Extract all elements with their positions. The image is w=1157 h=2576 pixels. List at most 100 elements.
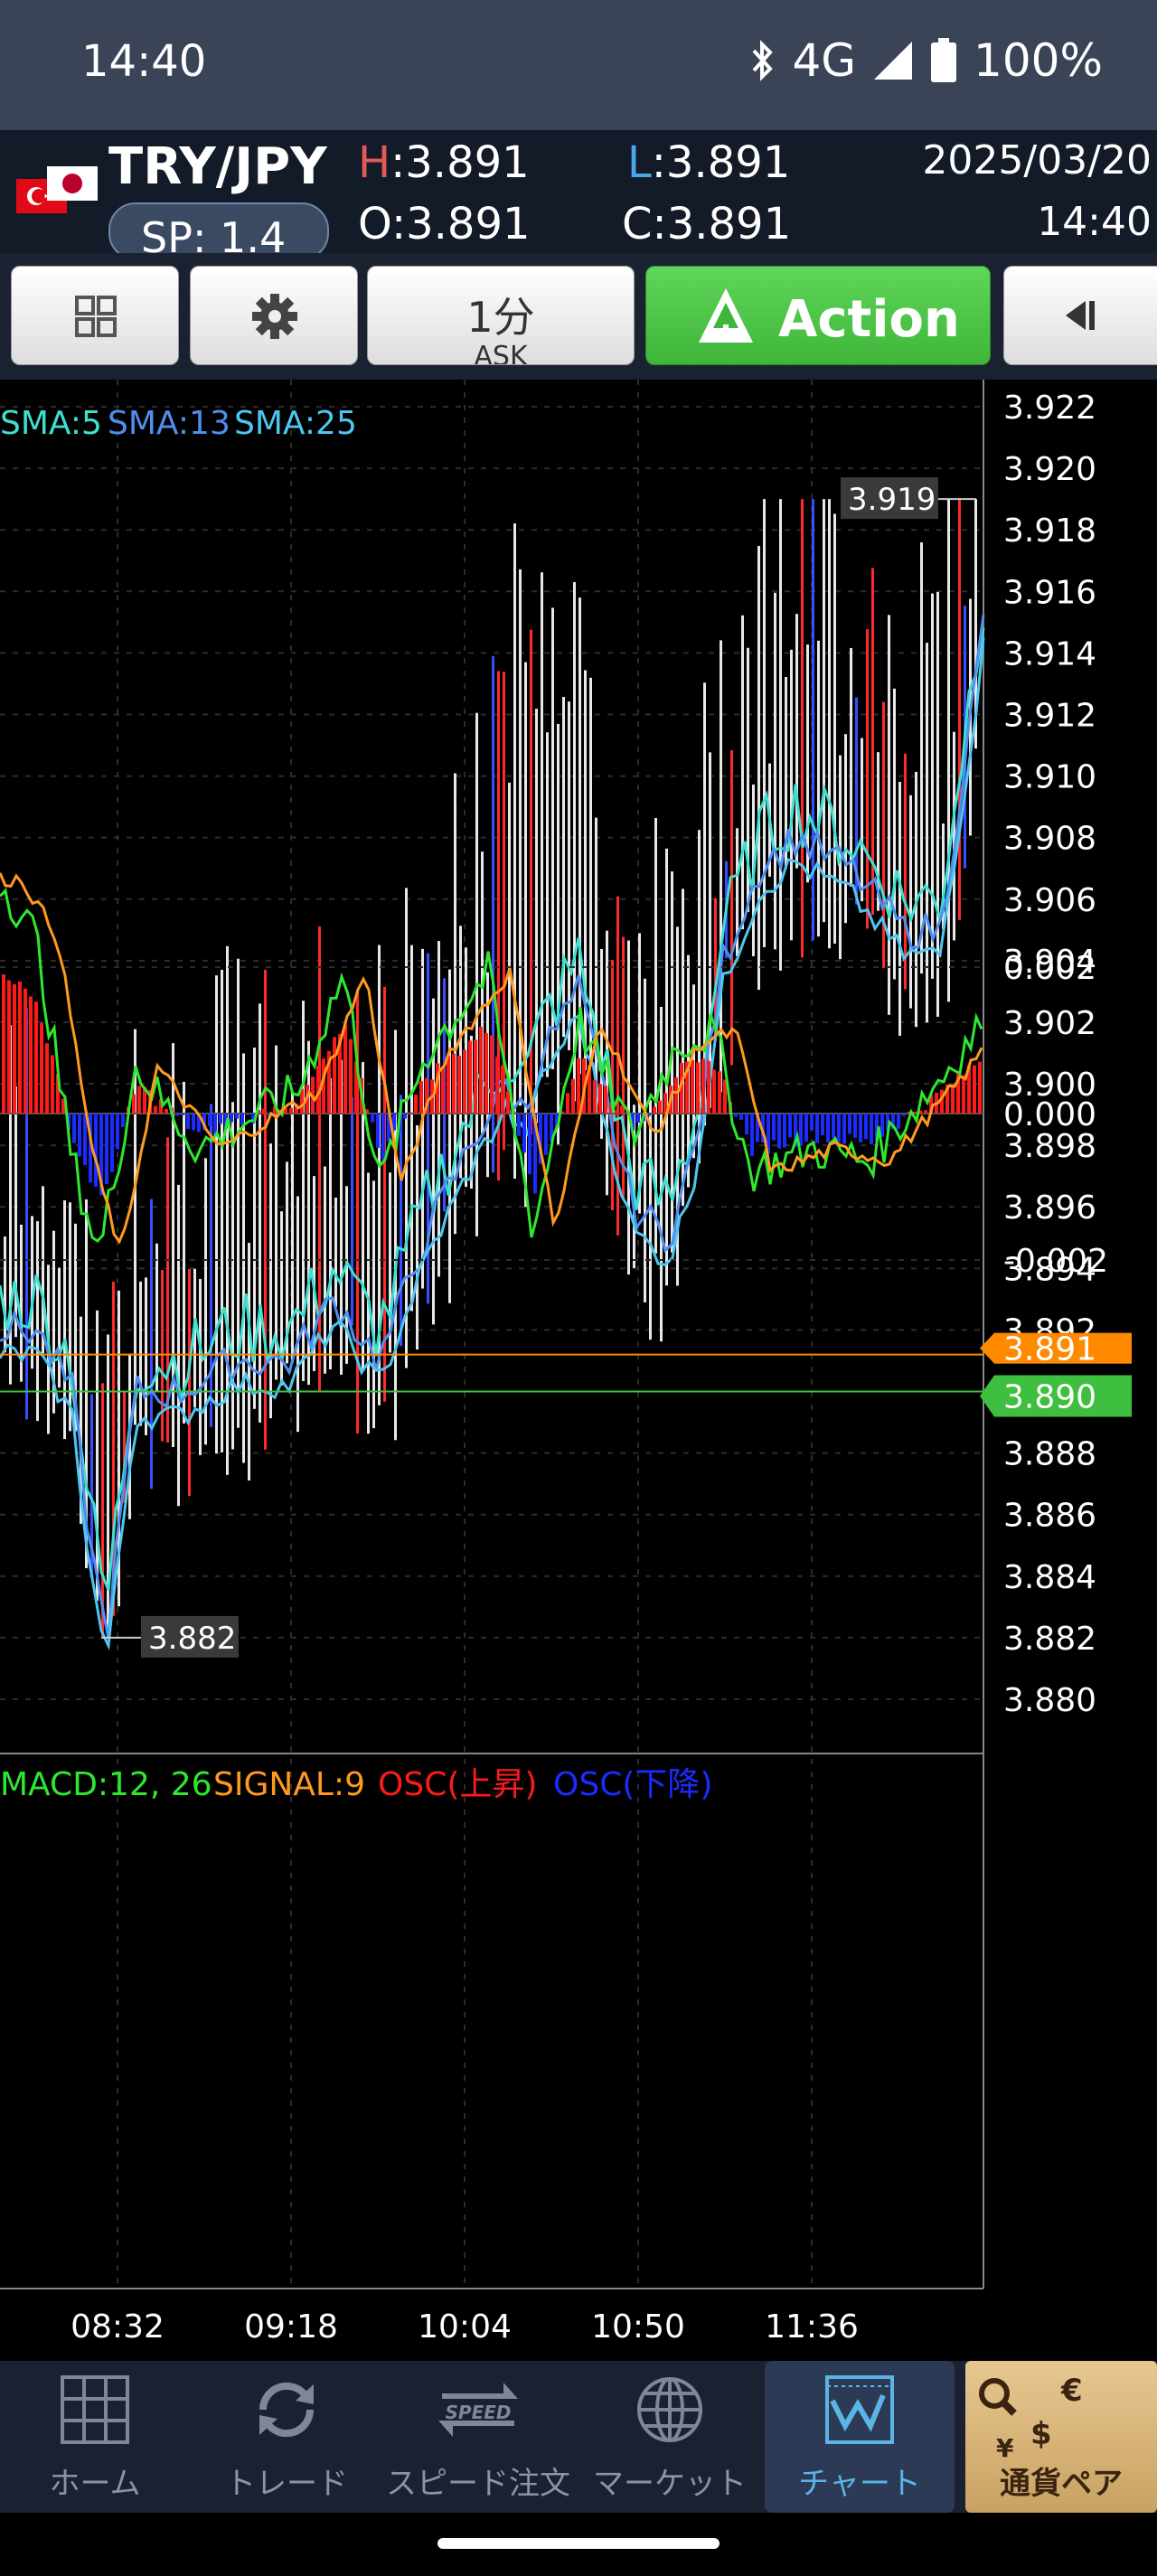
price-bar	[199, 1278, 202, 1455]
price-bar	[947, 499, 950, 1002]
time-tick-label: 11:36	[765, 2308, 859, 2346]
macd-histogram-bar	[842, 1114, 846, 1144]
macd-histogram-bar	[718, 1071, 721, 1114]
action-button[interactable]: Action	[645, 266, 991, 365]
macd-histogram-bar	[154, 1105, 157, 1114]
timeframe-button[interactable]: 1分 ASK	[367, 266, 635, 365]
macd-histogram-bar	[821, 1114, 824, 1136]
macd-histogram-bar	[447, 1055, 450, 1114]
macd-histogram-bar	[7, 980, 11, 1114]
price-bar	[210, 1104, 212, 1427]
nav-chart-label: チャート	[798, 2466, 921, 2502]
macd-histogram-bar	[750, 1114, 754, 1156]
price-bar	[850, 647, 852, 887]
price-tick-label: 3.918	[1003, 512, 1096, 550]
price-bar	[720, 640, 722, 1093]
nav-speed-label: スピード注文	[386, 2466, 570, 2502]
price-bar	[259, 1003, 261, 1423]
home-indicator[interactable]	[437, 2538, 720, 2549]
price-bar	[107, 1334, 109, 1638]
price-tick-label: 3.884	[1003, 1559, 1096, 1596]
price-bar	[508, 782, 511, 1099]
macd-histogram-bar	[376, 1114, 380, 1148]
price-bar	[416, 1124, 419, 1350]
price-bar	[345, 1186, 348, 1364]
price-bar	[69, 1202, 71, 1432]
macd-histogram-bar	[13, 983, 16, 1114]
nav-chart[interactable]: チャート	[765, 2361, 955, 2513]
price-bar	[595, 817, 597, 1114]
macd-histogram-bar	[924, 1110, 927, 1114]
nav-trade[interactable]: トレード	[192, 2361, 381, 2513]
macd-histogram-bar	[94, 1114, 98, 1187]
price-bar	[145, 1277, 147, 1435]
macd-histogram-bar	[864, 1114, 868, 1140]
macd-histogram-bar	[658, 1100, 662, 1114]
macd-histogram-bar	[208, 1114, 212, 1126]
nav-trade-label: トレード	[225, 2466, 348, 2502]
price-bar	[730, 750, 733, 1066]
macd-histogram-bar	[620, 1105, 624, 1114]
price-bar	[774, 592, 776, 950]
macd-histogram-bar	[745, 1114, 748, 1135]
low-value: :3.891	[651, 137, 791, 188]
svg-text:¥: ¥	[996, 2433, 1014, 2460]
macd-histogram-bar	[343, 1024, 347, 1114]
price-bar	[351, 1096, 353, 1326]
macd-histogram-bar	[24, 988, 27, 1114]
macd-histogram-bar	[409, 1112, 412, 1114]
nav-market[interactable]: マーケット	[575, 2361, 765, 2513]
macd-histogram-bar	[973, 1065, 976, 1114]
price-tick-label: 3.920	[1003, 451, 1096, 488]
price-bar	[757, 545, 760, 991]
macd-histogram-bar	[468, 1040, 472, 1114]
price-bar	[562, 697, 565, 1038]
nav-currency-pair[interactable]: € $ ¥ 通貨ペア	[965, 2361, 1157, 2513]
layout-button[interactable]	[11, 266, 179, 365]
price-tick-label: 3.922	[1003, 390, 1096, 427]
macd-histogram-bar	[262, 1108, 266, 1114]
header-time: 14:40	[1037, 199, 1152, 245]
macd-histogram-bar	[78, 1114, 81, 1157]
macd-histogram-bar	[653, 1106, 656, 1114]
price-bar	[221, 969, 223, 1453]
macd-histogram-bar	[739, 1114, 743, 1120]
time-tick-label: 08:32	[71, 2308, 165, 2346]
status-icons: 4G 100%	[748, 34, 1103, 87]
bottom-navigation: ホーム トレード SPEED スピード注文 マーケット チャート € $ ¥ 通…	[0, 2361, 1157, 2513]
macd-histogram-bar	[978, 1061, 982, 1114]
bid-badge-label: 3.890	[1003, 1379, 1096, 1416]
time-tick-label: 10:04	[418, 2308, 512, 2346]
macd-histogram-bar	[528, 1114, 531, 1175]
price-bar	[926, 643, 928, 1023]
macd-legend-item: OSC(上昇)	[378, 1766, 537, 1803]
price-tick-label: 3.880	[1003, 1682, 1096, 1719]
macd-histogram-bar	[636, 1114, 640, 1123]
pair-name: TRY/JPY	[108, 137, 327, 196]
macd-histogram-bar	[137, 1086, 141, 1114]
price-chart[interactable]: 3.922 3.920 3.918 3.916 3.914 3.912 3.910 3.908…	[0, 380, 1157, 2361]
price-bar	[898, 782, 901, 1036]
macd-histogram-bar	[175, 1114, 179, 1116]
macd-histogram-bar	[810, 1114, 814, 1131]
settings-button[interactable]	[190, 266, 358, 365]
nav-home-label: ホーム	[49, 2466, 141, 2502]
price-bar	[231, 1102, 234, 1450]
price-tick-label: 3.902	[1003, 1005, 1096, 1042]
macd-histogram-bar	[441, 1067, 445, 1114]
macd-histogram-bar	[219, 1114, 222, 1124]
nav-home[interactable]: ホーム	[0, 2361, 190, 2513]
macd-histogram-bar	[186, 1114, 190, 1130]
price-bar	[405, 888, 408, 1368]
price-bar	[215, 975, 218, 1454]
macd-histogram-bar	[192, 1114, 195, 1131]
nav-speed-order[interactable]: SPEED スピード注文	[383, 2361, 573, 2513]
price-bar	[296, 1196, 299, 1433]
macd-histogram-bar	[452, 1053, 456, 1114]
macd-histogram-bar	[777, 1114, 781, 1149]
status-time: 14:40	[81, 36, 207, 87]
price-bar	[763, 499, 766, 947]
macd-histogram-bar	[2, 974, 5, 1114]
status-bar: 14:40 4G 100%	[0, 0, 1157, 130]
collapse-button[interactable]	[1003, 266, 1157, 365]
